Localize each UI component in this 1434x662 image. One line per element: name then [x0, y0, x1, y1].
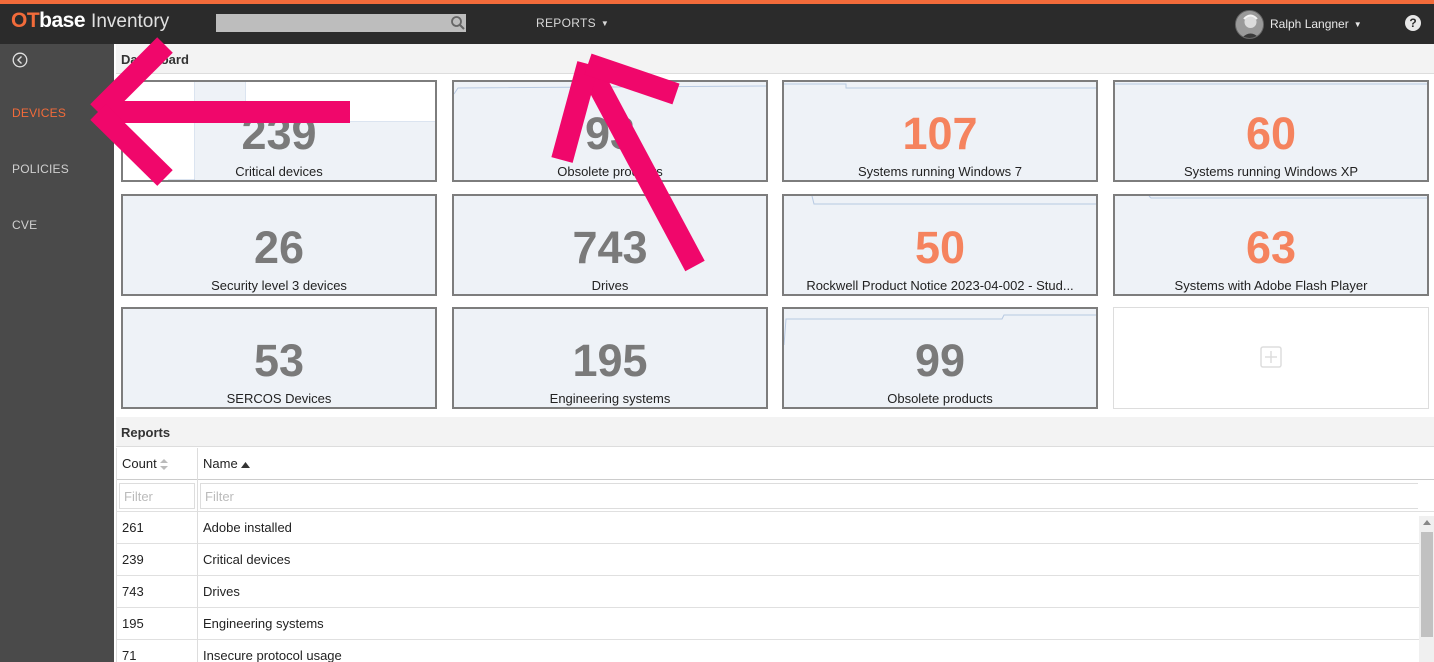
row-count: 239 — [117, 544, 198, 576]
otbase-logo[interactable]: OTbase Inventory — [11, 9, 169, 33]
logo-module: Inventory — [91, 11, 170, 32]
row-name: Engineering systems — [203, 616, 324, 631]
column-header-name[interactable]: Name — [198, 448, 1418, 480]
sidebar: DEVICES POLICIES CVE — [0, 44, 114, 662]
tile-value: 63 — [1245, 222, 1297, 273]
dashboard-tile[interactable]: 107 Systems running Windows 7 — [782, 80, 1098, 182]
tile-label: Engineering systems — [549, 391, 671, 406]
avatar[interactable] — [1235, 10, 1264, 39]
tile-value: 93 — [584, 108, 636, 159]
caret-down-icon: ▼ — [1353, 20, 1362, 29]
column-header-label: Name — [203, 456, 238, 471]
reports-menu-label: REPORTS — [536, 16, 596, 30]
tile-label: Systems with Adobe Flash Player — [1174, 278, 1368, 293]
scroll-up-icon[interactable] — [1423, 520, 1431, 525]
caret-down-icon: ▼ — [600, 19, 610, 28]
filter-cell — [117, 480, 198, 512]
row-name: Insecure protocol usage — [203, 648, 342, 662]
tile-label: Critical devices — [235, 164, 323, 179]
table-row[interactable]: 261 Adobe installed — [117, 512, 1434, 544]
table-filter-row — [117, 480, 1434, 512]
row-name: Adobe installed — [203, 520, 292, 535]
dashboard-tile[interactable]: 50 Rockwell Product Notice 2023-04-002 -… — [782, 194, 1098, 296]
dashboard-tile[interactable]: 239 Critical devices — [121, 80, 437, 182]
tile-value: 53 — [253, 335, 305, 386]
scroll-thumb[interactable] — [1421, 532, 1433, 637]
user-menu[interactable]: Ralph Langner ▼ — [1270, 17, 1362, 31]
sort-icon — [159, 459, 168, 471]
dashboard-tile[interactable]: 93 Obsolete products — [452, 80, 768, 182]
table-row[interactable]: 239 Critical devices — [117, 544, 1434, 576]
tile-label: Systems running Windows 7 — [857, 164, 1022, 179]
logo-ot: OT — [11, 9, 40, 32]
tile-value: 743 — [572, 222, 648, 273]
help-icon[interactable]: ? — [1405, 15, 1421, 31]
dashboard-tile[interactable]: 63 Systems with Adobe Flash Player — [1113, 194, 1429, 296]
tile-label: Drives — [591, 278, 629, 293]
dashboard-header: Dashboard — [116, 44, 1434, 74]
tile-label: Systems running Windows XP — [1183, 164, 1359, 179]
reports-header: Reports — [116, 417, 1434, 447]
tile-label: Rockwell Product Notice 2023-04-002 - St… — [806, 278, 1074, 293]
sidebar-item-devices[interactable]: DEVICES — [12, 106, 66, 120]
dashboard-tile[interactable]: 53 SERCOS Devices — [121, 307, 437, 409]
column-header-count[interactable]: Count — [117, 448, 198, 480]
dashboard-tile[interactable]: 743 Drives — [452, 194, 768, 296]
reports-menu[interactable]: REPORTS ▼ — [536, 16, 609, 30]
tile-label: Obsolete products — [887, 391, 993, 406]
reports-table: Count Name 261 Adobe installed 239 Criti… — [116, 448, 1434, 662]
tile-value: 99 — [914, 335, 966, 386]
column-header-label: Count — [122, 456, 157, 471]
row-name: Critical devices — [203, 552, 291, 567]
tile-value: 60 — [1245, 108, 1297, 159]
user-name: Ralph Langner — [1270, 17, 1349, 31]
tile-label: Security level 3 devices — [211, 278, 347, 293]
logo-base: base — [39, 9, 86, 32]
tile-label: Obsolete products — [557, 164, 663, 179]
dashboard-tile[interactable]: 26 Security level 3 devices — [121, 194, 437, 296]
dashboard-tile[interactable]: 99 Obsolete products — [782, 307, 1098, 409]
add-icon — [1260, 346, 1282, 368]
table-row[interactable]: 743 Drives — [117, 576, 1434, 608]
tile-value: 239 — [241, 108, 317, 159]
tile-value: 50 — [914, 222, 966, 273]
table-row[interactable]: 71 Insecure protocol usage — [117, 640, 1434, 662]
dashboard-tile[interactable]: 195 Engineering systems — [452, 307, 768, 409]
tile-value: 26 — [253, 222, 305, 273]
sidebar-item-cve[interactable]: CVE — [12, 218, 37, 232]
tile-value: 195 — [572, 335, 648, 386]
search-icon[interactable] — [450, 15, 466, 31]
row-count: 261 — [117, 512, 198, 544]
collapse-sidebar-icon[interactable] — [12, 52, 28, 68]
table-header-row: Count Name — [117, 448, 1434, 480]
count-filter-input[interactable] — [119, 483, 195, 509]
name-filter-input[interactable] — [200, 483, 1418, 509]
sidebar-item-policies[interactable]: POLICIES — [12, 162, 69, 176]
tile-label: SERCOS Devices — [226, 391, 332, 406]
user-photo-icon — [1236, 11, 1263, 38]
table-row[interactable]: 195 Engineering systems — [117, 608, 1434, 640]
tile-value: 107 — [902, 108, 978, 159]
filter-cell — [198, 480, 1418, 512]
add-tile-button[interactable] — [1113, 307, 1429, 409]
main-content: Dashboard 239 Critical devices 93 Obsole… — [116, 44, 1434, 662]
sort-ascending-icon — [240, 461, 250, 468]
row-count: 743 — [117, 576, 198, 608]
top-bar: OTbase Inventory REPORTS ▼ Ralph Langner ▼ … — [0, 0, 1434, 44]
row-name: Drives — [203, 584, 240, 599]
row-count: 71 — [117, 640, 198, 662]
row-count: 195 — [117, 608, 198, 640]
dashboard-tile[interactable]: 60 Systems running Windows XP — [1113, 80, 1429, 182]
search-input[interactable] — [216, 14, 466, 32]
table-scrollbar[interactable] — [1419, 516, 1434, 662]
